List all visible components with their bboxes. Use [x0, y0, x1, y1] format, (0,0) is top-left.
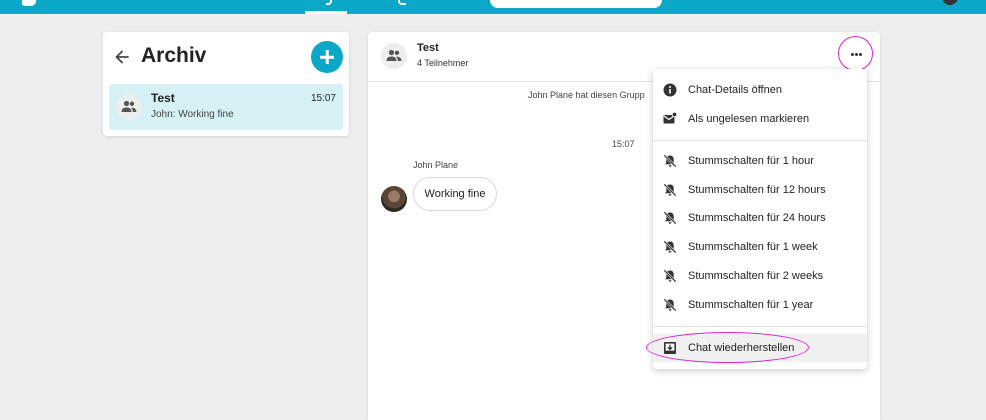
people-icon: [121, 100, 137, 112]
menu-divider: [653, 140, 867, 141]
message-timestamp: 15:07: [612, 139, 635, 149]
mail-badge-icon: [663, 112, 677, 124]
top-app-bar: [0, 0, 986, 14]
menu-item-label: Stummschalten für 12 hours: [688, 184, 826, 196]
more-options-button[interactable]: [838, 36, 873, 71]
chat-list-item[interactable]: Test 15:07 John: Working fine: [109, 84, 343, 130]
chat-item-name: Test: [151, 91, 175, 105]
bell-off-icon: [663, 298, 677, 312]
archive-panel: Archiv Test 15:07 John: Working fine: [103, 32, 349, 136]
menu-item-label: Als ungelesen markieren: [688, 113, 810, 125]
menu-item-mute-1-year[interactable]: Stummschalten für 1 year: [653, 291, 867, 319]
chat-item-time: 15:07: [310, 93, 336, 104]
menu-item-chat-details[interactable]: Chat-Details öffnen: [653, 76, 867, 104]
bell-off-icon: [663, 154, 677, 168]
arrow-left-icon[interactable]: [112, 47, 132, 67]
nav-icon[interactable]: [326, 0, 332, 5]
message-bubble[interactable]: Working fine: [413, 177, 497, 211]
more-horizontal-icon: [851, 53, 854, 56]
group-avatar[interactable]: [381, 43, 407, 69]
bell-off-icon: [663, 240, 677, 254]
add-chat-button[interactable]: [311, 41, 343, 73]
menu-item-label: Stummschalten für 1 year: [688, 299, 814, 311]
menu-item-label: Stummschalten für 1 hour: [688, 155, 814, 167]
menu-item-restore-chat[interactable]: Chat wiederherstellen: [646, 332, 867, 363]
menu-item-mute-1-hour[interactable]: Stummschalten für 1 hour: [653, 147, 867, 175]
unarchive-icon: [664, 342, 676, 354]
menu-item-mute-24-hours[interactable]: Stummschalten für 24 hours: [653, 204, 867, 232]
active-tab-indicator: [305, 11, 347, 14]
more-horizontal-icon-dot: [859, 53, 862, 56]
page-title: Archiv: [141, 44, 207, 67]
menu-item-label: Stummschalten für 24 hours: [688, 212, 826, 224]
chat-title[interactable]: Test: [417, 42, 439, 54]
menu-divider: [653, 326, 867, 327]
menu-item-label: Chat-Details öffnen: [688, 84, 782, 96]
menu-item-mute-12-hours[interactable]: Stummschalten für 12 hours: [653, 176, 867, 204]
menu-item-label: Stummschalten für 2 weeks: [688, 270, 824, 282]
group-avatar: [116, 94, 142, 120]
bell-off-icon: [663, 269, 677, 283]
info-icon: [663, 83, 677, 97]
nav-icon-secondary[interactable]: [398, 0, 406, 5]
menu-item-mute-1-week[interactable]: Stummschalten für 1 week: [653, 233, 867, 261]
menu-item-mute-2-weeks[interactable]: Stummschalten für 2 weeks: [653, 262, 867, 290]
menu-item-label: Stummschalten für 1 week: [688, 241, 818, 253]
chat-item-preview: John: Working fine: [151, 109, 234, 120]
avatar[interactable]: [381, 186, 407, 212]
people-icon: [386, 49, 402, 61]
bell-off-icon: [663, 183, 677, 197]
app-logo[interactable]: [21, 0, 37, 6]
more-horizontal-icon-dot: [855, 53, 858, 56]
user-avatar-icon[interactable]: [942, 0, 958, 5]
menu-item-mark-unread[interactable]: Als ungelesen markieren: [653, 105, 867, 133]
system-message: John Plane hat diesen Grupp: [528, 90, 645, 100]
bell-off-icon: [663, 211, 677, 225]
search-input[interactable]: [490, 0, 662, 8]
chat-options-menu: Chat-Details öffnen Als ungelesen markie…: [646, 69, 867, 369]
message-sender: John Plane: [413, 160, 459, 170]
menu-item-label: Chat wiederherstellen: [688, 342, 795, 354]
member-count: 4 Teilnehmer: [417, 58, 469, 68]
